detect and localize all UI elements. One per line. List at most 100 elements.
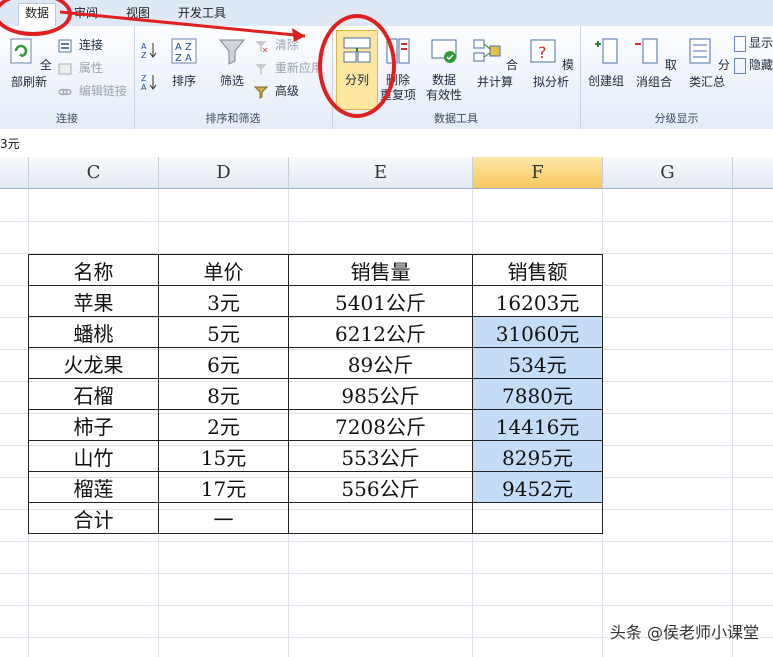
- table-cell[interactable]: 985公斤: [288, 378, 473, 410]
- table-row: 榴莲 17元 556公斤 9452元: [28, 471, 603, 503]
- hide-detail-icon: [734, 57, 746, 74]
- svg-text:A: A: [141, 83, 147, 91]
- total-cell[interactable]: 合计: [28, 502, 159, 534]
- tab-review[interactable]: 审阅: [68, 4, 104, 22]
- ungroup-icon: [635, 38, 658, 64]
- sort-descending-button[interactable]: ZA: [140, 72, 161, 91]
- total-cell[interactable]: 一: [158, 502, 289, 534]
- sales-table: 名称 单价 销售量 销售额 苹果 3元 5401公斤 16203元 蟠桃 5元 …: [28, 254, 603, 534]
- table-row: 石榴 8元 985公斤 7880元: [28, 378, 603, 410]
- clear-filter-button[interactable]: 清除: [254, 36, 299, 54]
- tab-view[interactable]: 视图: [120, 4, 156, 22]
- table-header-row: 名称 单价 销售量 销售额: [28, 254, 603, 286]
- table-cell[interactable]: 17元: [158, 471, 289, 503]
- column-header-f[interactable]: F: [473, 157, 603, 189]
- sort-dialog-icon: A ZZ A: [171, 38, 197, 64]
- column-header-d[interactable]: D: [159, 157, 289, 189]
- data-validation-icon: [431, 39, 457, 63]
- header-cell[interactable]: 名称: [28, 254, 159, 286]
- consolidate-button[interactable]: 合并计算: [468, 36, 522, 90]
- table-row: 火龙果 6元 89公斤 534元: [28, 347, 603, 379]
- table-cell[interactable]: 7208公斤: [288, 409, 473, 441]
- table-cell[interactable]: 蟠桃: [28, 316, 159, 348]
- column-header-b[interactable]: [0, 157, 29, 189]
- subtotal-icon: [689, 38, 711, 64]
- svg-text:A: A: [141, 42, 147, 51]
- data-validation-button[interactable]: 数据 有效性: [422, 36, 466, 103]
- what-if-icon: ?: [530, 39, 556, 63]
- table-cell[interactable]: 火龙果: [28, 347, 159, 379]
- svg-text:Z: Z: [141, 51, 147, 59]
- filter-button[interactable]: 筛选: [212, 36, 252, 89]
- sort-az-icon: AZ: [141, 42, 157, 59]
- table-cell[interactable]: 6212公斤: [288, 316, 473, 348]
- reapply-button[interactable]: 重新应用: [254, 59, 323, 77]
- table-cell[interactable]: 苹果: [28, 285, 159, 317]
- table-cell[interactable]: 553公斤: [288, 440, 473, 472]
- group-icon: [595, 38, 618, 64]
- refresh-all-button[interactable]: 全部刷新: [4, 36, 54, 90]
- column-header-h[interactable]: [733, 157, 773, 189]
- edit-links-button[interactable]: 编辑链接: [58, 82, 127, 100]
- svg-text:Z A: Z A: [175, 53, 192, 64]
- group-sort-filter: AZ ZA A ZZ A 排序 筛选 清除 重新应用 高级 排序和筛选: [134, 26, 333, 129]
- table-row: 柿子 2元 7208公斤 14416元: [28, 409, 603, 441]
- table-cell[interactable]: 3元: [158, 285, 289, 317]
- group-label-outline: 分级显示: [654, 112, 699, 125]
- sort-ascending-button[interactable]: AZ: [140, 40, 161, 59]
- sort-za-icon: ZA: [141, 74, 157, 91]
- group-outline: 创建组 取消组合 分类汇总 显示 隐藏 分级显示: [580, 26, 773, 129]
- hide-detail-button[interactable]: 隐藏: [734, 56, 773, 74]
- column-header-c[interactable]: C: [29, 157, 159, 189]
- table-cell[interactable]: 石榴: [28, 378, 159, 410]
- table-cell[interactable]: 15元: [158, 440, 289, 472]
- table-cell[interactable]: 6元: [158, 347, 289, 379]
- header-cell[interactable]: 销售额: [472, 254, 603, 286]
- table-cell-selected[interactable]: 534元: [472, 347, 603, 379]
- column-header-g[interactable]: G: [603, 157, 733, 189]
- show-detail-button[interactable]: 显示: [734, 34, 773, 52]
- header-cell[interactable]: 销售量: [288, 254, 473, 286]
- table-cell[interactable]: 山竹: [28, 440, 159, 472]
- table-cell-selected[interactable]: 9452元: [472, 471, 603, 503]
- table-cell[interactable]: 柿子: [28, 409, 159, 441]
- advanced-filter-button[interactable]: 高级: [254, 82, 299, 100]
- table-cell[interactable]: 556公斤: [288, 471, 473, 503]
- total-cell[interactable]: [472, 502, 603, 534]
- table-cell-selected[interactable]: 7880元: [472, 378, 603, 410]
- connections-button[interactable]: 连接: [58, 36, 103, 54]
- table-cell[interactable]: 2元: [158, 409, 289, 441]
- what-if-analysis-button[interactable]: ? 模拟分析: [524, 36, 578, 90]
- sort-button[interactable]: A ZZ A 排序: [164, 36, 204, 89]
- table-row: 苹果 3元 5401公斤 16203元: [28, 285, 603, 317]
- subtotal-button[interactable]: 分类汇总: [680, 36, 734, 90]
- svg-text:A Z: A Z: [175, 42, 192, 53]
- table-cell[interactable]: 5401公斤: [288, 285, 473, 317]
- table-cell[interactable]: 89公斤: [288, 347, 473, 379]
- table-cell[interactable]: 榴莲: [28, 471, 159, 503]
- show-detail-icon: [734, 35, 746, 52]
- consolidate-icon: [473, 39, 501, 62]
- table-cell-selected[interactable]: 14416元: [472, 409, 603, 441]
- table-cell[interactable]: 16203元: [472, 285, 603, 317]
- table-cell[interactable]: 8元: [158, 378, 289, 410]
- table-cell-selected[interactable]: 8295元: [472, 440, 603, 472]
- header-cell[interactable]: 单价: [158, 254, 289, 286]
- group-label-sort-filter: 排序和筛选: [205, 112, 261, 125]
- table-cell[interactable]: 5元: [158, 316, 289, 348]
- properties-icon: [58, 63, 72, 74]
- reapply-icon: [255, 63, 267, 75]
- group-button[interactable]: 创建组: [584, 36, 628, 89]
- column-header-e[interactable]: E: [289, 157, 473, 189]
- tab-developer[interactable]: 开发工具: [172, 4, 232, 22]
- watermark: 头条 @侯老师小课堂: [609, 623, 759, 642]
- formula-bar[interactable]: 3元: [0, 129, 773, 158]
- properties-button[interactable]: 属性: [58, 59, 103, 77]
- menu-bar: 数据 审阅 视图 开发工具: [0, 0, 773, 27]
- table-row: 山竹 15元 553公斤 8295元: [28, 440, 603, 472]
- table-cell-selected[interactable]: 31060元: [472, 316, 603, 348]
- ungroup-button[interactable]: 取消组合: [628, 36, 680, 90]
- advanced-filter-icon: [254, 86, 268, 99]
- total-cell[interactable]: [288, 502, 473, 534]
- svg-text:Z: Z: [141, 74, 147, 83]
